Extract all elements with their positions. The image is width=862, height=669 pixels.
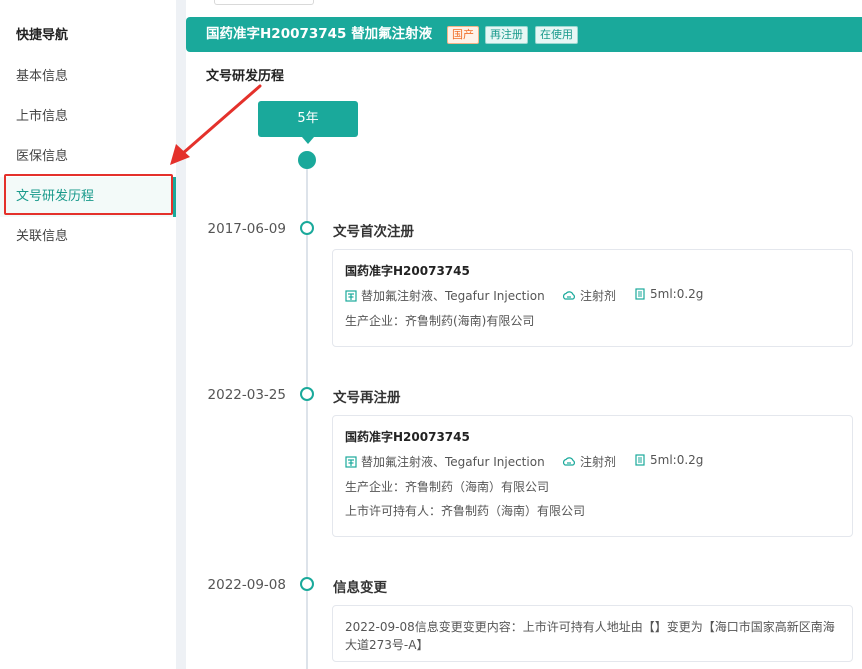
sidebar-item-insurance-info[interactable]: 医保信息 xyxy=(0,137,176,177)
section-title: 文号研发历程 xyxy=(206,69,285,84)
layout-gutter xyxy=(176,0,186,669)
change-content: 2022-09-08信息变更变更内容：上市许可持有人地址由【】变更为【海口市国家… xyxy=(345,620,835,652)
year-badge: 5年 xyxy=(258,101,358,137)
sidebar-item-market-info[interactable]: 上市信息 xyxy=(0,97,176,137)
spec-attr: 5ml:0.2g xyxy=(634,453,703,467)
drug-name: 替加氟注射液、Tegafur Injection xyxy=(361,289,545,303)
event-card: 2022-09-08信息变更变更内容：上市许可持有人地址由【】变更为【海口市国家… xyxy=(332,605,853,662)
event-date: 2017-06-09 xyxy=(207,221,286,237)
timeline-node xyxy=(300,387,314,401)
timeline-start-dot xyxy=(298,151,316,169)
specification: 5ml:0.2g xyxy=(650,287,704,301)
dosage-form: 注射剂 xyxy=(580,455,617,469)
dosage-form-icon xyxy=(562,457,575,466)
sidebar-item-basic-info[interactable]: 基本信息 xyxy=(0,57,176,97)
quick-nav-sidebar: 快捷导航 基本信息 上市信息 医保信息 文号研发历程 关联信息 xyxy=(0,0,176,669)
main-content: 国药准字H20073745 替加氟注射液 国产 再注册 在使用 文号研发历程 5… xyxy=(186,0,862,669)
license-holder: 上市许可持有人：齐鲁制药（海南）有限公司 xyxy=(345,504,586,518)
dosage-form-attr: 注射剂 xyxy=(562,453,616,470)
drug-name: 替加氟注射液、Tegafur Injection xyxy=(361,455,545,469)
specification: 5ml:0.2g xyxy=(650,453,704,467)
manufacturer: 生产企业：齐鲁制药（海南）有限公司 xyxy=(345,480,550,494)
sidebar-item-related-info[interactable]: 关联信息 xyxy=(0,217,176,257)
drug-header: 国药准字H20073745 替加氟注射液 国产 再注册 在使用 xyxy=(186,17,862,52)
drug-title: 国药准字H20073745 替加氟注射液 xyxy=(206,26,433,42)
timeline-node xyxy=(300,221,314,235)
spec-icon xyxy=(635,454,645,466)
drug-name-attr: 替加氟注射液、Tegafur Injection xyxy=(345,287,545,304)
sidebar-item-approval-history[interactable]: 文号研发历程 xyxy=(0,177,176,217)
approval-number: 国药准字H20073745 xyxy=(345,264,470,278)
event-title: 文号首次注册 xyxy=(333,224,414,240)
spec-icon xyxy=(635,288,645,300)
drug-icon xyxy=(345,456,357,468)
dosage-form: 注射剂 xyxy=(580,289,617,303)
tag-reregistration: 再注册 xyxy=(485,26,528,44)
year-badge-pointer xyxy=(302,137,314,144)
event-date: 2022-09-08 xyxy=(207,577,286,593)
spec-attr: 5ml:0.2g xyxy=(634,287,703,301)
event-date: 2022-03-25 xyxy=(207,387,286,403)
drug-name-attr: 替加氟注射液、Tegafur Injection xyxy=(345,453,545,470)
manufacturer: 生产企业：齐鲁制药(海南)有限公司 xyxy=(345,314,535,328)
timeline-node xyxy=(300,577,314,591)
event-card: 国药准字H20073745 替加氟注射液、Tegafur Injection 注… xyxy=(332,249,853,347)
sidebar-title: 快捷导航 xyxy=(16,28,69,43)
event-title: 信息变更 xyxy=(333,580,387,596)
tag-in-use: 在使用 xyxy=(535,26,578,44)
approval-number: 国药准字H20073745 xyxy=(345,430,470,444)
event-card: 国药准字H20073745 替加氟注射液、Tegafur Injection 注… xyxy=(332,415,853,537)
dosage-form-icon xyxy=(562,291,575,300)
tag-domestic: 国产 xyxy=(447,26,479,44)
timeline-line xyxy=(306,166,308,669)
drug-icon xyxy=(345,290,357,302)
sidebar-item-label: 文号研发历程 xyxy=(16,189,95,204)
dosage-form-attr: 注射剂 xyxy=(562,287,616,304)
event-title: 文号再注册 xyxy=(333,390,401,406)
